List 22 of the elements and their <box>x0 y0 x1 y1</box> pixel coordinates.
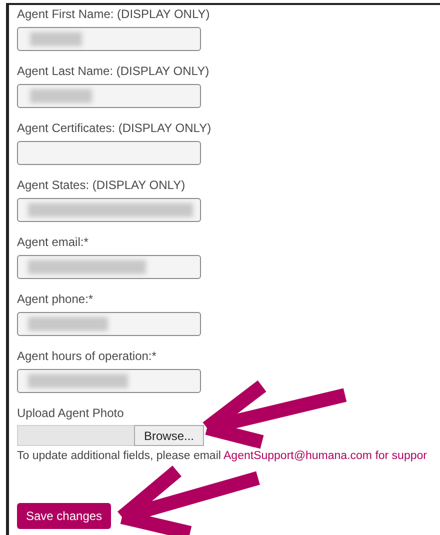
input-field[interactable] <box>17 27 201 51</box>
field-label: Agent First Name: (DISPLAY ONLY) <box>17 6 210 22</box>
input-field[interactable] <box>17 255 201 279</box>
file-path-field[interactable] <box>17 425 134 446</box>
redacted-value <box>30 89 92 103</box>
input-field[interactable] <box>17 369 201 393</box>
upload-label: Upload Agent Photo <box>17 405 124 421</box>
support-note: To update additional fields, please email AgentSupport@humana.com for suppor <box>17 450 427 462</box>
input-field[interactable] <box>17 312 201 336</box>
field-label: Agent email:* <box>17 234 88 250</box>
input-field[interactable] <box>17 84 201 108</box>
field-label: Agent phone:* <box>17 291 94 307</box>
browse-button[interactable]: Browse... <box>134 425 204 446</box>
field-label: Agent Certificates: (DISPLAY ONLY) <box>17 120 212 136</box>
field-label: Agent hours of operation:* <box>17 348 156 364</box>
redacted-value <box>30 32 82 46</box>
field-label: Agent Last Name: (DISPLAY ONLY) <box>17 63 210 79</box>
field-label: Agent States: (DISPLAY ONLY) <box>17 177 186 193</box>
input-field[interactable] <box>17 141 201 165</box>
support-email-link[interactable]: AgentSupport@humana.com for suppor <box>224 450 427 462</box>
save-changes-button[interactable]: Save changes <box>17 503 112 529</box>
input-field[interactable] <box>17 198 201 222</box>
